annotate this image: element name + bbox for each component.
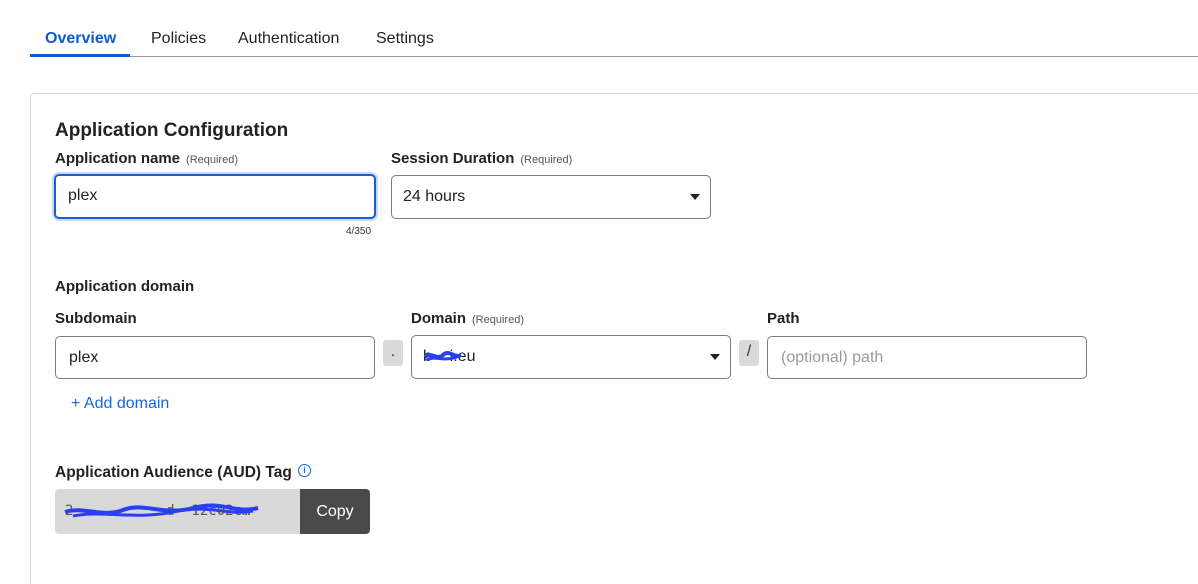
app-name-label-text: Application name: [55, 150, 181, 167]
aud-tag-value: 2 d 12c02c…: [55, 489, 300, 534]
required-hint: (Required): [472, 314, 524, 326]
copy-button[interactable]: Copy: [300, 489, 370, 534]
redaction-scribble: [64, 503, 259, 518]
session-duration-label: Session Duration (Required): [391, 150, 572, 167]
redaction-scribble: [423, 351, 463, 362]
path-input[interactable]: (optional) path: [767, 336, 1087, 379]
section-title: Application Configuration: [55, 120, 289, 141]
required-hint: (Required): [520, 154, 573, 166]
char-counter: 4/350: [346, 226, 372, 237]
domain-select[interactable]: b i.eu: [411, 335, 731, 379]
app-name-input[interactable]: plex: [54, 174, 376, 219]
aud-tag-label: Application Audience (AUD) Tag: [55, 464, 292, 481]
tab-bar: Overview Policies Authentication Setting…: [30, 0, 1198, 57]
active-tab-indicator: [30, 54, 130, 57]
subdomain-input[interactable]: plex: [55, 336, 375, 379]
tab-overview[interactable]: Overview: [45, 30, 116, 48]
chevron-down-icon: [710, 354, 720, 360]
tab-policies[interactable]: Policies: [151, 30, 206, 48]
domain-label-text: Domain: [411, 310, 467, 327]
subdomain-label: Subdomain: [55, 310, 137, 327]
app-domain-heading: Application domain: [55, 278, 195, 295]
session-duration-value: 24 hours: [403, 188, 466, 205]
session-duration-select[interactable]: 24 hours: [391, 175, 711, 219]
add-domain-link[interactable]: + Add domain: [71, 395, 169, 413]
path-label: Path: [767, 310, 800, 327]
app-name-label: Application name (Required): [55, 150, 238, 167]
info-icon[interactable]: i: [298, 464, 311, 477]
slash-separator: /: [739, 340, 759, 366]
tab-authentication[interactable]: Authentication: [238, 30, 339, 48]
chevron-down-icon: [690, 194, 700, 200]
tab-settings[interactable]: Settings: [376, 30, 434, 48]
dot-separator: .: [383, 340, 403, 366]
session-duration-label-text: Session Duration: [391, 150, 515, 167]
domain-label: Domain (Required): [411, 310, 524, 327]
required-hint: (Required): [186, 154, 238, 166]
